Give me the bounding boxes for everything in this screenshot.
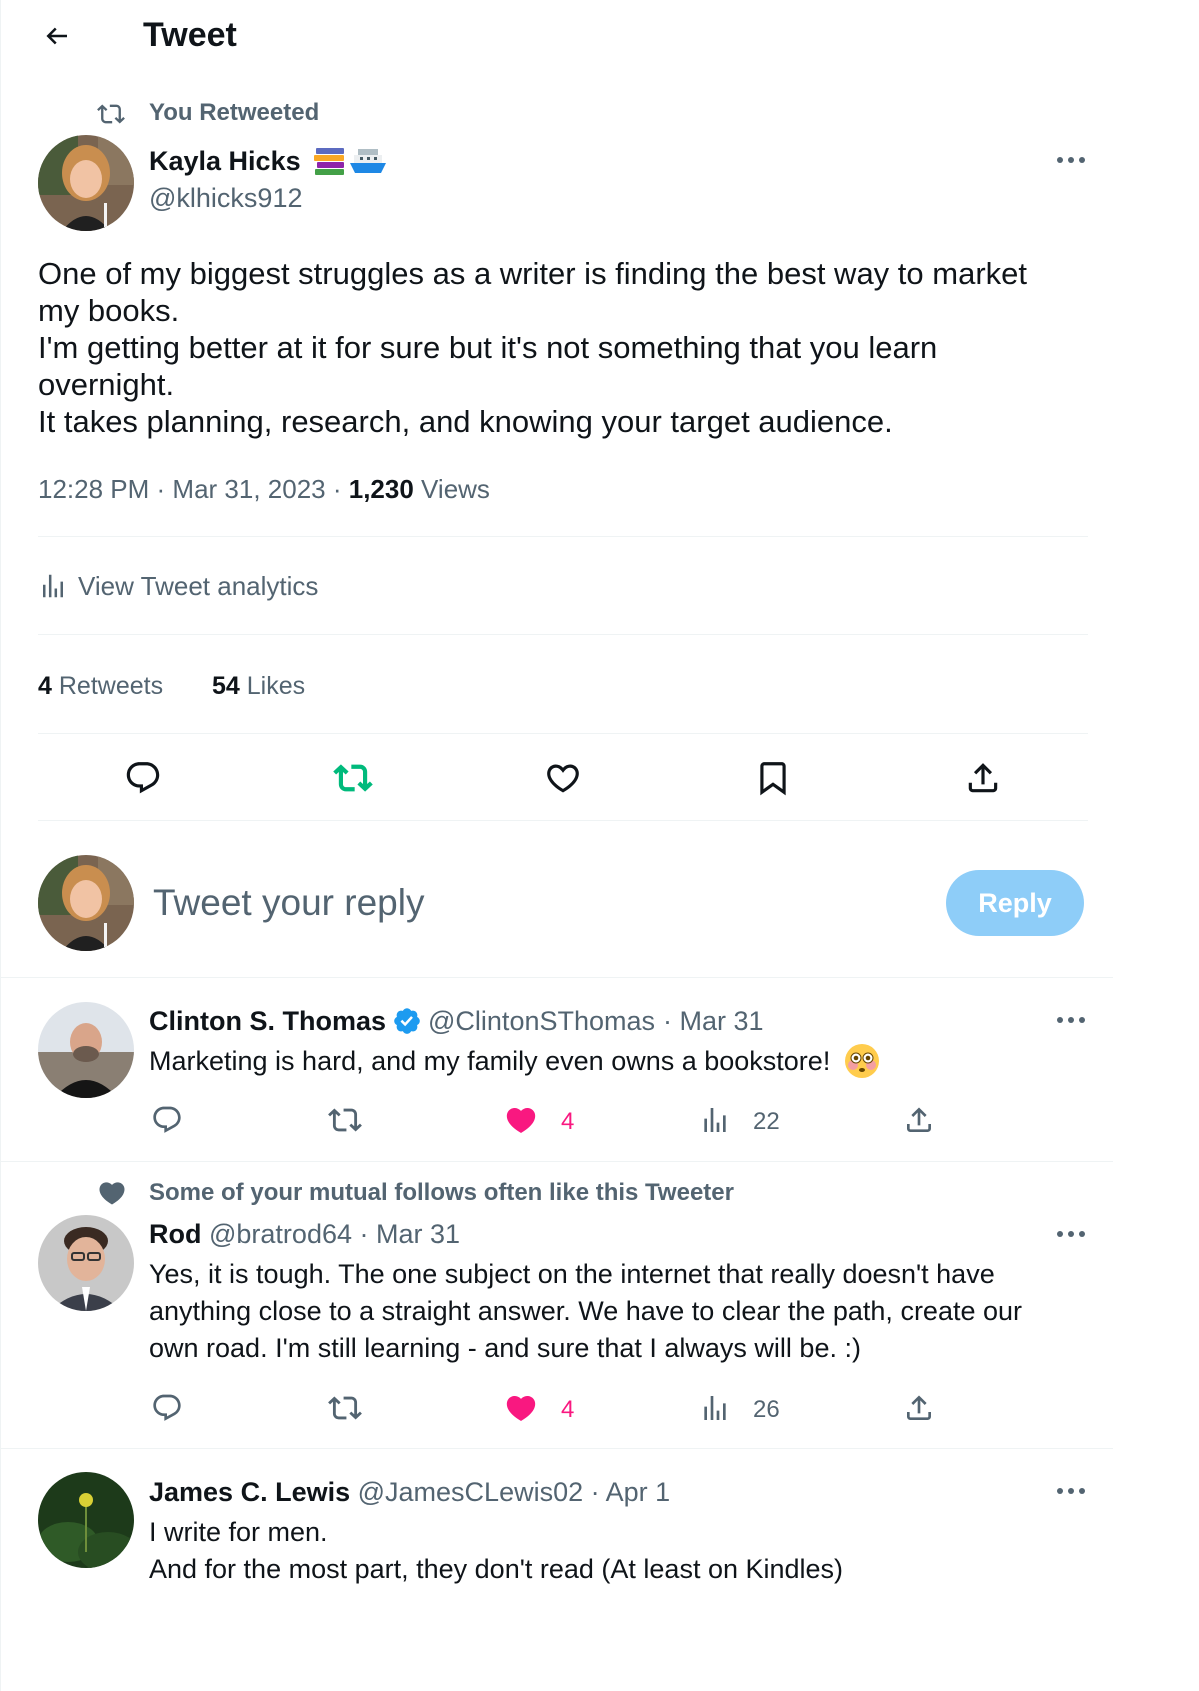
author-name[interactable]: Kayla Hicks [149,144,301,178]
reply-input[interactable]: Tweet your reply [153,880,424,926]
social-context: Some of your mutual follows often like t… [149,1179,734,1206]
tweet-time[interactable]: 12:28 PM [38,474,149,504]
divider [38,820,1088,821]
liked-heart-icon[interactable] [501,1388,541,1428]
retweets-label: Retweets [58,672,164,700]
reply-avatar[interactable] [38,1472,134,1568]
tweet-text-line: One of my biggest struggles as a writer … [38,256,1028,291]
retweet-icon[interactable] [325,1100,365,1140]
reply-text: I write for men. And for the most part, … [149,1514,1089,1588]
like-icon[interactable] [541,756,585,800]
reply-text-line: own road. I'm still learning - and sure … [149,1333,861,1363]
retweet-icon [95,100,127,128]
reply-text-line: Marketing is hard, and my family even ow… [149,1046,831,1076]
divider [1,977,1113,978]
reply-header: Clinton S. Thomas @ClintonSThomas · Mar … [149,1004,764,1038]
retweet-icon[interactable] [325,1388,365,1428]
ship-emoji-icon [350,145,386,177]
reply-text-line: Yes, it is tough. The one subject on the… [149,1259,995,1289]
retweet-banner: You Retweeted [149,99,320,126]
tweet-text-line: It takes planning, research, and knowing… [38,404,893,439]
reply-icon[interactable] [147,1388,187,1428]
reply-author-name[interactable]: James C. Lewis [149,1477,350,1507]
more-options-icon[interactable] [1051,148,1091,172]
share-icon[interactable] [899,1388,939,1428]
more-options-icon[interactable] [1051,1479,1091,1503]
reply-text-line: I write for men. [149,1517,328,1547]
verified-badge-icon [392,1006,422,1036]
divider [38,733,1088,734]
divider [38,634,1088,635]
reply-header: Rod @bratrod64 · Mar 31 [149,1217,460,1251]
like-count: 4 [561,1396,575,1423]
views-label: Views [421,474,490,504]
page-title: Tweet [143,16,237,54]
reply-icon[interactable] [147,1100,187,1140]
reply-text-line: And for the most part, they don't read (… [149,1554,844,1584]
view-analytics-link[interactable]: View Tweet analytics [38,568,318,604]
reply-author-name[interactable]: Clinton S. Thomas [149,1004,386,1038]
flushed-face-emoji-icon [844,1043,880,1079]
analytics-label: View Tweet analytics [78,570,319,601]
reply-button[interactable]: Reply [946,870,1084,936]
divider [38,536,1088,537]
views-icon[interactable] [695,1100,735,1140]
heart-icon [97,1178,127,1208]
reply-avatar[interactable] [38,1002,134,1098]
tweet-text-line: I'm getting better at it for sure but it… [38,330,938,365]
reply-author-handle[interactable]: @bratrod64 [209,1219,352,1249]
views-count: 22 [753,1108,780,1135]
reply-text-line: anything close to a straight answer. We … [149,1296,1023,1326]
tweet-date[interactable]: Mar 31, 2023 [172,474,325,504]
reply-avatar[interactable] [38,1215,134,1311]
reply-date[interactable]: · Mar 31 [663,1004,764,1038]
avatar[interactable] [38,135,134,231]
tweet-text-line: my books. [38,293,180,328]
share-icon[interactable] [961,756,1005,800]
divider [1,1161,1113,1162]
share-icon[interactable] [899,1100,939,1140]
books-emoji-icon [313,145,347,177]
retweets-stat[interactable]: 4 Retweets [38,670,163,702]
likes-count: 54 [212,672,240,700]
tweet-meta: 12:28 PM · Mar 31, 2023 · 1,230 Views [38,474,490,504]
more-options-icon[interactable] [1051,1008,1091,1032]
like-count: 4 [561,1108,575,1135]
likes-label: Likes [246,672,306,700]
back-arrow-icon[interactable] [37,16,77,56]
composer-avatar[interactable] [38,855,134,951]
reply-icon[interactable] [121,756,165,800]
reply-text: Yes, it is tough. The one subject on the… [149,1256,1089,1367]
tweet-page: Tweet You Retweeted Kayla Hicks @klhicks… [0,0,1199,1691]
divider [1,1448,1113,1449]
reply-header: James C. Lewis @JamesCLewis02 · Apr 1 [149,1475,670,1509]
views-count: 1,230 [348,474,414,504]
views-count: 26 [753,1396,780,1423]
analytics-icon [43,574,63,598]
reply-date[interactable]: · Mar 31 [360,1219,461,1249]
author-handle[interactable]: @klhicks912 [149,182,302,214]
reply-author-handle[interactable]: @JamesCLewis02 [358,1477,584,1507]
liked-heart-icon[interactable] [501,1100,541,1140]
retweet-icon[interactable] [331,756,375,800]
reply-date[interactable]: · Apr 1 [591,1477,671,1507]
reply-text: Marketing is hard, and my family even ow… [149,1041,880,1081]
tweet-text-line: overnight. [38,367,175,402]
reply-author-handle[interactable]: @ClintonSThomas [428,1004,655,1038]
retweets-count: 4 [38,672,52,700]
tweet-text: One of my biggest struggles as a writer … [38,255,1098,440]
bookmark-icon[interactable] [751,756,795,800]
reply-author-name[interactable]: Rod [149,1219,201,1249]
views-icon[interactable] [695,1388,735,1428]
likes-stat[interactable]: 54 Likes [212,670,305,702]
more-options-icon[interactable] [1051,1222,1091,1246]
